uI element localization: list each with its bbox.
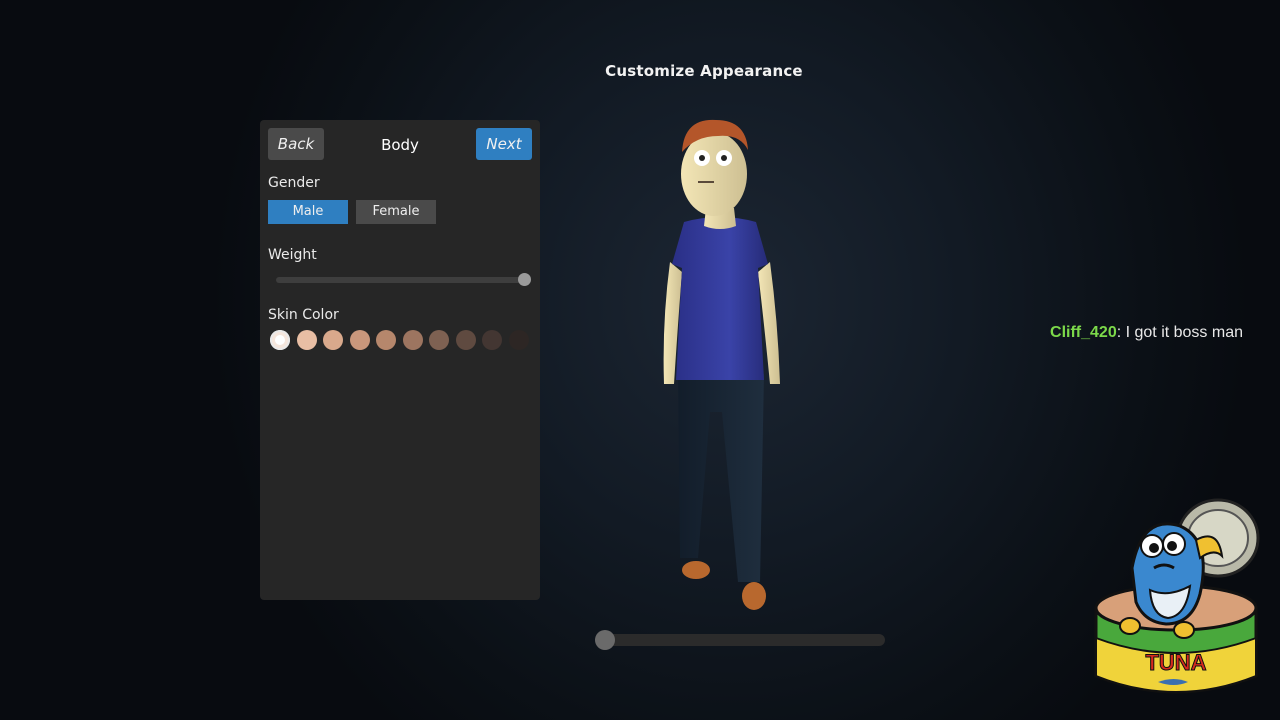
skin-color-swatch[interactable] [482,330,502,350]
skin-color-swatch[interactable] [270,330,290,350]
skin-color-swatch[interactable] [323,330,343,350]
chat-username: Cliff_420 [1050,324,1117,341]
chat-separator: : [1116,324,1126,341]
skin-color-label: Skin Color [268,307,339,323]
logo-text: TUNA [1145,650,1206,675]
body-customization-panel: Back Body Next Gender Male Female Weight… [260,120,540,600]
next-button[interactable]: Next [476,128,532,160]
screen-title: Customize Appearance [605,62,803,80]
skin-color-swatch[interactable] [349,330,370,350]
chat-message: Cliff_420: I got it boss man [1050,324,1243,342]
panel-title: Body [381,136,419,154]
chat-text: I got it boss man [1125,324,1243,341]
skin-color-swatch[interactable] [508,330,529,350]
skin-color-swatch[interactable] [429,330,449,350]
gender-label: Gender [268,175,320,191]
skin-color-swatch[interactable] [376,330,396,350]
weight-slider-handle[interactable] [518,273,531,286]
gender-female-button[interactable]: Female [356,200,436,224]
skin-color-swatch[interactable] [455,330,476,350]
weight-label: Weight [268,247,317,263]
rotate-slider-handle[interactable] [595,630,615,650]
weight-slider[interactable] [276,273,531,286]
gender-male-button[interactable]: Male [268,200,348,224]
back-button[interactable]: Back [268,128,324,160]
tuna-logo: TUNA [1094,498,1260,694]
skin-color-swatch[interactable] [402,330,423,350]
skin-color-swatch[interactable] [296,330,317,350]
rotate-preview-slider[interactable] [595,630,885,650]
character-preview[interactable] [640,112,800,622]
